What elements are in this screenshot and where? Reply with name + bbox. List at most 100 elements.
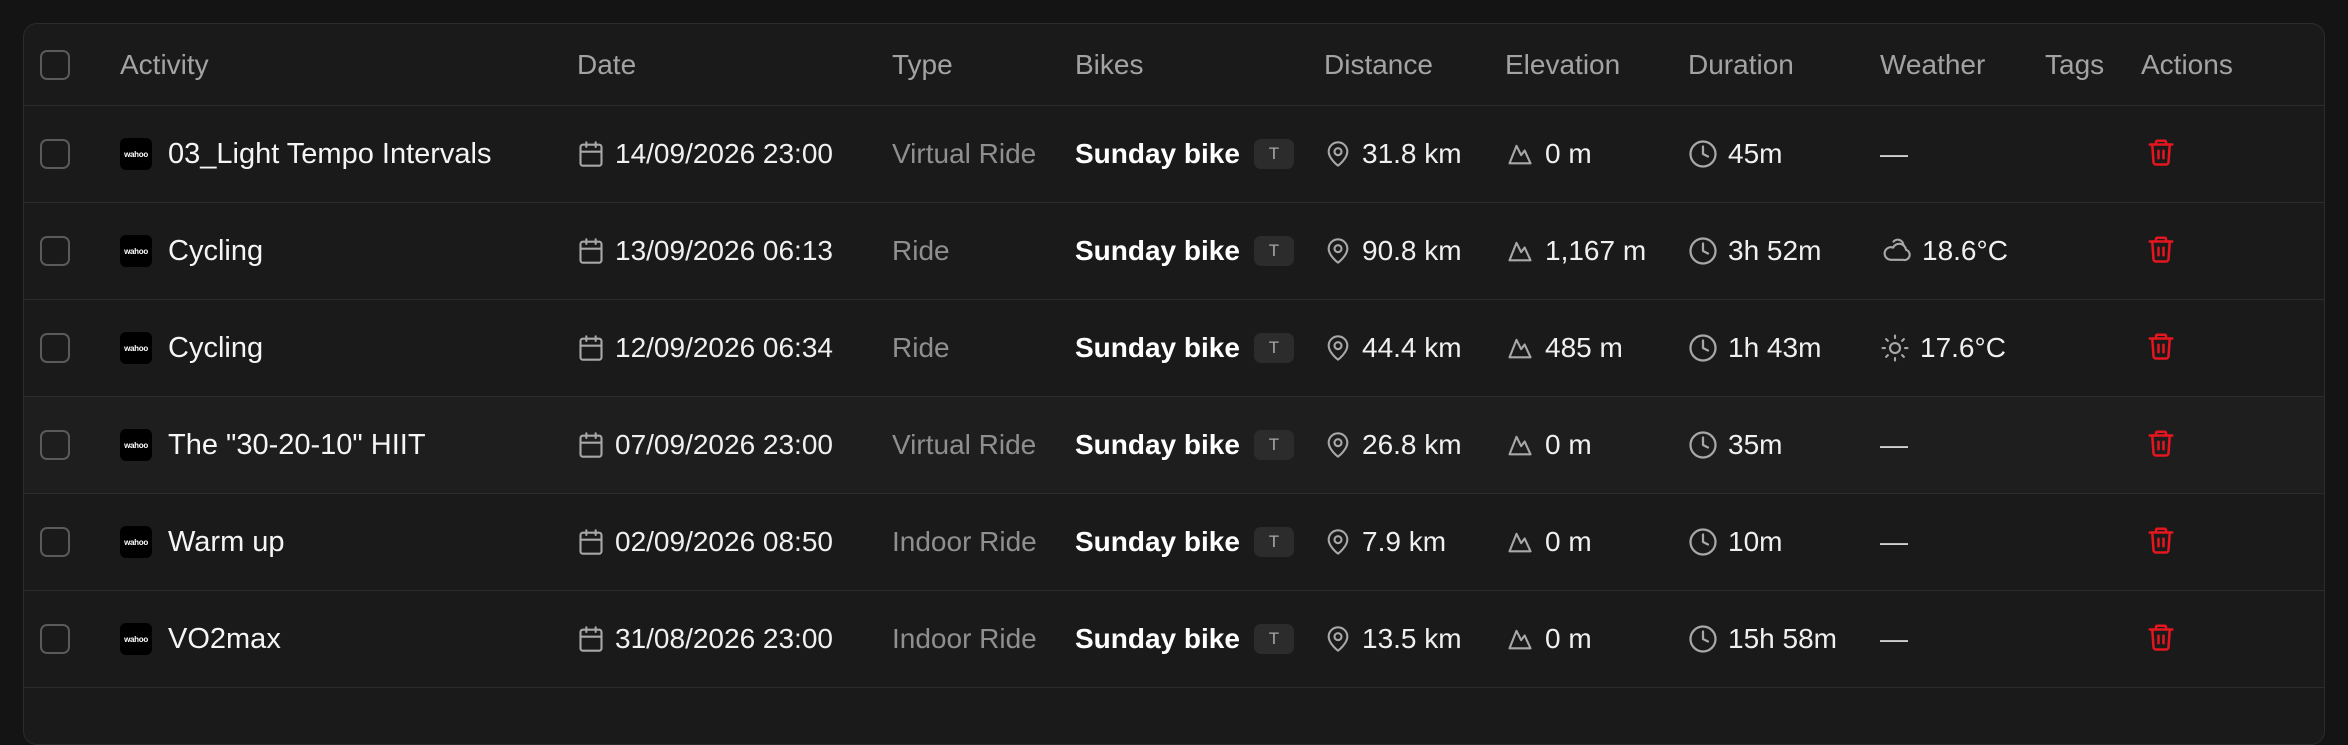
delete-button[interactable] <box>2141 328 2181 368</box>
mountain-icon <box>1505 431 1535 459</box>
activity-name[interactable]: The "30-20-10" HIIT <box>168 429 426 462</box>
bike-name[interactable]: Sunday bike <box>1075 138 1240 170</box>
weather-value: 18.6°C <box>1922 235 2008 266</box>
header-elevation[interactable]: Elevation <box>1505 24 1620 105</box>
distance-cell: 44.4 km <box>1324 300 1462 396</box>
header-duration[interactable]: Duration <box>1688 24 1794 105</box>
distance-cell: 13.5 km <box>1324 591 1462 687</box>
date-cell: 07/09/2026 23:00 <box>577 397 833 493</box>
actions-cell <box>2141 494 2181 590</box>
date-cell: 13/09/2026 06:13 <box>577 203 833 299</box>
table-row[interactable]: wahoo Cycling 12/09/2026 06:34 Ride Sund… <box>24 300 2324 397</box>
activity-name[interactable]: Warm up <box>168 526 285 559</box>
header-bikes[interactable]: Bikes <box>1075 24 1143 105</box>
mountain-icon <box>1505 140 1535 168</box>
elevation-cell: 0 m <box>1505 591 1592 687</box>
bike-cell: Sunday bike T <box>1075 591 1294 687</box>
table-row[interactable]: wahoo Cycling 13/09/2026 06:13 Ride Sund… <box>24 203 2324 300</box>
elevation-cell: 485 m <box>1505 300 1623 396</box>
activity-date: 12/09/2026 06:34 <box>615 332 833 363</box>
header-activity[interactable]: Activity <box>120 24 209 105</box>
row-checkbox[interactable] <box>40 139 70 169</box>
elevation-value: 0 m <box>1545 429 1592 460</box>
activity-cell[interactable]: wahoo 03_Light Tempo Intervals <box>120 106 492 202</box>
trash-icon <box>2146 233 2176 270</box>
activity-cell[interactable]: wahoo Cycling <box>120 300 263 396</box>
delete-button[interactable] <box>2141 619 2181 659</box>
distance-cell: 26.8 km <box>1324 397 1462 493</box>
weather-value: — <box>1880 138 1908 169</box>
row-checkbox[interactable] <box>40 624 70 654</box>
activity-type: Indoor Ride <box>892 623 1037 654</box>
type-cell: Ride <box>892 203 950 299</box>
bike-name[interactable]: Sunday bike <box>1075 235 1240 267</box>
header-date[interactable]: Date <box>577 24 636 105</box>
bike-cell: Sunday bike T <box>1075 397 1294 493</box>
bike-name[interactable]: Sunday bike <box>1075 332 1240 364</box>
wahoo-logo-icon: wahoo <box>120 235 152 267</box>
activity-cell[interactable]: wahoo Cycling <box>120 203 263 299</box>
table-row[interactable]: wahoo The "30-20-10" HIIT 07/09/2026 23:… <box>24 397 2324 494</box>
distance-value: 31.8 km <box>1362 138 1462 169</box>
activity-name[interactable]: Cycling <box>168 332 263 365</box>
weather-cell: — <box>1880 591 1908 687</box>
duration-cell: 3h 52m <box>1688 203 1821 299</box>
actions-cell <box>2141 591 2181 687</box>
delete-button[interactable] <box>2141 134 2181 174</box>
map-pin-icon <box>1324 333 1352 363</box>
activity-name[interactable]: VO2max <box>168 623 281 656</box>
activities-table: Activity Date Type Bikes Distance Elevat… <box>23 23 2325 745</box>
bike-name[interactable]: Sunday bike <box>1075 623 1240 655</box>
bike-type-badge: T <box>1253 527 1294 557</box>
delete-button[interactable] <box>2141 231 2181 271</box>
row-checkbox[interactable] <box>40 333 70 363</box>
table-row[interactable]: wahoo Warm up 02/09/2026 08:50 Indoor Ri… <box>24 494 2324 591</box>
activity-name[interactable]: Cycling <box>168 235 263 268</box>
header-type[interactable]: Type <box>892 24 953 105</box>
weather-value: — <box>1880 526 1908 557</box>
mountain-icon <box>1505 625 1535 653</box>
activity-cell[interactable]: wahoo VO2max <box>120 591 281 687</box>
activity-cell[interactable]: wahoo Warm up <box>120 494 285 590</box>
bike-name[interactable]: Sunday bike <box>1075 526 1240 558</box>
table-row[interactable]: wahoo 03_Light Tempo Intervals 14/09/202… <box>24 106 2324 203</box>
table-row[interactable]: wahoo VO2max 31/08/2026 23:00 Indoor Rid… <box>24 591 2324 688</box>
row-checkbox[interactable] <box>40 430 70 460</box>
row-checkbox[interactable] <box>40 527 70 557</box>
activity-cell[interactable]: wahoo The "30-20-10" HIIT <box>120 397 426 493</box>
weather-cell: — <box>1880 494 1908 590</box>
activity-type: Ride <box>892 235 950 266</box>
duration-cell: 15h 58m <box>1688 591 1837 687</box>
delete-button[interactable] <box>2141 425 2181 465</box>
weather-value: 17.6°C <box>1920 332 2006 363</box>
date-cell: 14/09/2026 23:00 <box>577 106 833 202</box>
type-cell: Virtual Ride <box>892 106 1036 202</box>
trash-icon <box>2146 524 2176 561</box>
activity-date: 31/08/2026 23:00 <box>615 623 833 654</box>
row-checkbox[interactable] <box>40 236 70 266</box>
duration-value: 1h 43m <box>1728 332 1822 363</box>
bike-name[interactable]: Sunday bike <box>1075 429 1240 461</box>
delete-button[interactable] <box>2141 522 2181 562</box>
wahoo-logo-icon: wahoo <box>120 332 152 364</box>
header-weather[interactable]: Weather <box>1880 24 1985 105</box>
mountain-icon <box>1505 237 1535 265</box>
elevation-value: 0 m <box>1545 526 1592 557</box>
bike-cell: Sunday bike T <box>1075 494 1294 590</box>
calendar-icon <box>577 527 605 557</box>
header-distance[interactable]: Distance <box>1324 24 1433 105</box>
duration-value: 10m <box>1728 526 1783 557</box>
activity-name[interactable]: 03_Light Tempo Intervals <box>168 138 492 171</box>
trash-icon <box>2146 136 2176 173</box>
cloud-sun-icon <box>1880 236 1912 266</box>
elevation-cell: 0 m <box>1505 494 1592 590</box>
select-all-checkbox[interactable] <box>40 49 70 80</box>
distance-value: 44.4 km <box>1362 332 1462 363</box>
elevation-value: 485 m <box>1545 332 1623 363</box>
bike-cell: Sunday bike T <box>1075 106 1294 202</box>
type-cell: Indoor Ride <box>892 591 1037 687</box>
activity-type: Indoor Ride <box>892 526 1037 557</box>
trash-icon <box>2146 330 2176 367</box>
elevation-cell: 0 m <box>1505 106 1592 202</box>
header-tags[interactable]: Tags <box>2045 24 2104 105</box>
